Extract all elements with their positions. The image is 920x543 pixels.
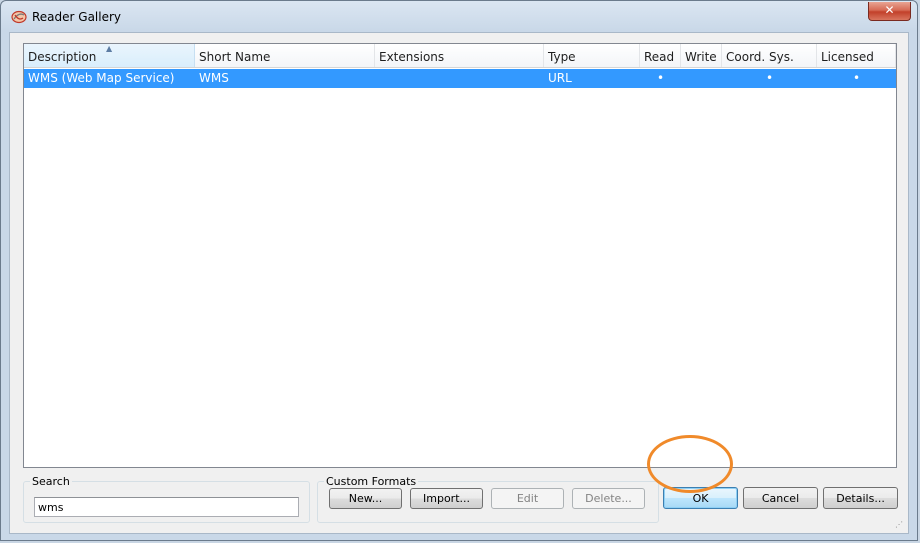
cancel-button[interactable]: Cancel — [743, 487, 818, 509]
column-header-label: Read — [644, 50, 675, 64]
column-header-extensions[interactable]: Extensions — [375, 44, 544, 67]
cell-read: • — [656, 71, 665, 85]
search-input[interactable] — [34, 497, 299, 517]
new-format-button[interactable]: New... — [329, 488, 402, 509]
column-header-label: Licensed — [821, 50, 874, 64]
list-header: Description ▲ Short Name Extensions Type… — [24, 44, 896, 68]
column-header-licensed[interactable]: Licensed — [817, 44, 896, 67]
app-logo-icon — [11, 10, 27, 24]
close-icon: ✕ — [884, 3, 895, 17]
dialog-body: Description ▲ Short Name Extensions Type… — [9, 32, 909, 534]
column-header-short-name[interactable]: Short Name — [195, 44, 375, 67]
table-row[interactable]: WMS (Web Map Service) WMS URL • • • — [24, 69, 896, 88]
column-header-label: Write — [685, 50, 717, 64]
details-button[interactable]: Details... — [823, 487, 898, 509]
column-header-label: Coord. Sys. — [726, 50, 794, 64]
search-group-label: Search — [30, 475, 72, 488]
cell-licensed: • — [852, 71, 861, 85]
search-group: Search — [23, 475, 310, 523]
cell-type: URL — [548, 71, 572, 85]
close-button[interactable]: ✕ — [868, 2, 911, 21]
column-header-label: Extensions — [379, 50, 445, 64]
sort-ascending-icon: ▲ — [106, 44, 113, 53]
title-bar[interactable]: Reader Gallery ✕ — [1, 1, 917, 33]
custom-formats-group-label: Custom Formats — [324, 475, 419, 488]
delete-format-button[interactable]: Delete... — [572, 488, 645, 509]
resize-grip-icon[interactable]: ⋰ — [895, 520, 905, 530]
column-header-label: Short Name — [199, 50, 271, 64]
window-title: Reader Gallery — [32, 10, 122, 24]
ok-button[interactable]: OK — [663, 487, 738, 509]
column-header-type[interactable]: Type — [544, 44, 640, 67]
cell-short-name: WMS — [199, 71, 229, 85]
edit-format-button[interactable]: Edit — [491, 488, 564, 509]
column-header-read[interactable]: Read — [640, 44, 681, 67]
reader-gallery-dialog: Reader Gallery ✕ Description ▲ Short Nam… — [0, 0, 918, 541]
import-format-button[interactable]: Import... — [410, 488, 483, 509]
cell-write — [681, 69, 722, 88]
column-header-label: Description — [28, 50, 97, 64]
column-header-label: Type — [548, 50, 576, 64]
reader-list[interactable]: Description ▲ Short Name Extensions Type… — [23, 43, 897, 468]
cell-extensions — [375, 69, 544, 88]
column-header-write[interactable]: Write — [681, 44, 722, 67]
column-header-description[interactable]: Description ▲ — [24, 44, 195, 67]
cell-coord-sys: • — [765, 71, 774, 85]
cell-description: WMS (Web Map Service) — [28, 71, 175, 85]
column-header-coord-sys[interactable]: Coord. Sys. — [722, 44, 817, 67]
